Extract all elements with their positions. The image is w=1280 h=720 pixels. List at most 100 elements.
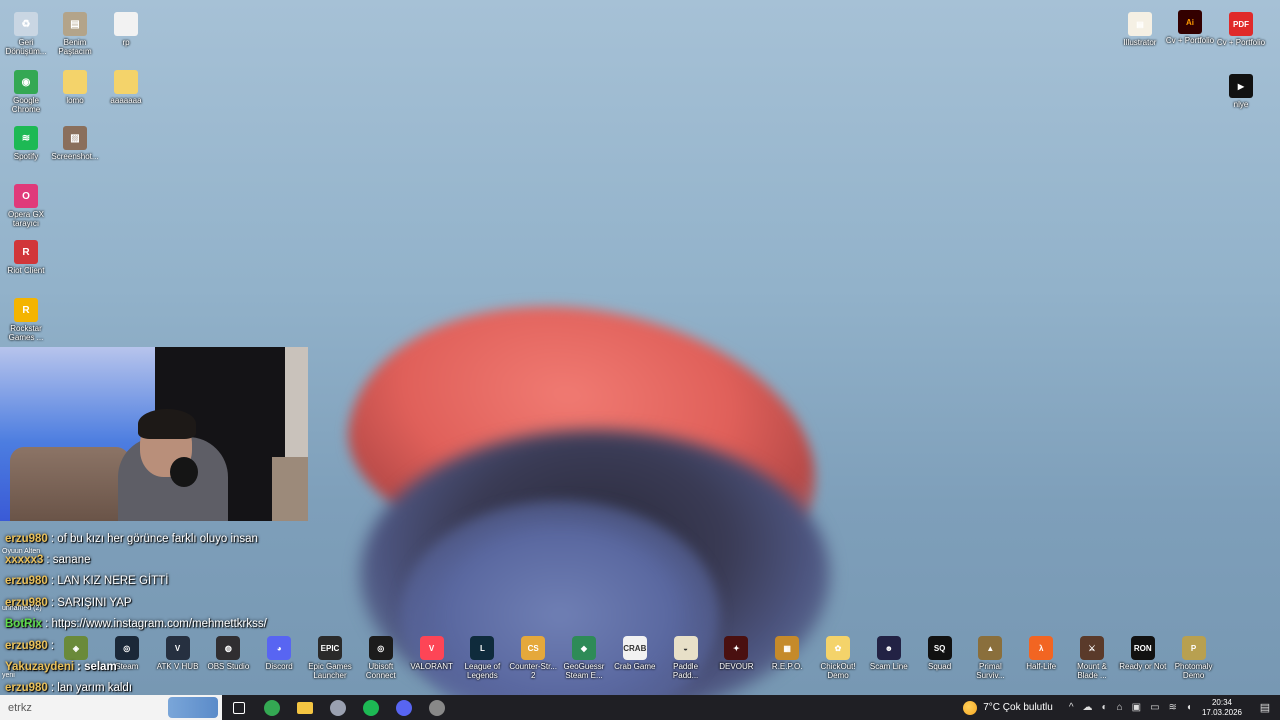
taskbar-apps [222,695,453,720]
desktop-icon[interactable]: rp [100,8,152,47]
crab-game-icon: CRAB [622,636,647,660]
desktop-icon-label: Riot Client [7,266,45,275]
opera-gx-icon: O [14,184,38,208]
tray-chevron-icon[interactable]: ^ [1069,702,1074,713]
taskbar-search[interactable]: etrkz [0,695,222,720]
taskbar-app-task-view[interactable] [222,695,255,720]
network-icon[interactable]: ☁ [1083,702,1093,713]
game-shortcut[interactable]: ◒ Paddle Padd... [661,636,711,680]
desktop-icon[interactable]: O Opera GX tarayıcı [0,180,52,228]
webcam-overlay [0,347,308,521]
display-icon[interactable]: ▭ [1150,702,1159,713]
taskbar-app-app[interactable] [321,695,354,720]
system-tray: 7°C Çok bulutlu ^ ☁ ◐ ⌂ ▣ ▭ ≋ ◖ 20:34 17… [963,695,1280,720]
chrome-icon [263,699,280,716]
desktop-icon[interactable]: PDF Cv + Portfolio [1215,8,1267,47]
nvidia-icon[interactable]: ▣ [1132,702,1141,713]
chat-username: erzu980 [5,532,48,545]
game-shortcut[interactable]: ▦ R.E.P.O. [762,636,812,671]
desktop-icon[interactable]: Ai Cv + Portfolio [1164,6,1216,45]
game-shortcut-label: League of Legends [464,662,501,680]
chat-message: erzu980: SARIŞINI YAP [0,592,330,613]
game-shortcut-label: Ubisoft Connect [365,662,396,680]
taskbar-app-spotify[interactable] [354,695,387,720]
game-shortcut-label: GeoGuessr Steam E... [563,662,605,680]
game-shortcut[interactable]: ◆ GeoGuessr Steam E... [559,636,609,680]
chat-text: : [50,639,55,652]
clock[interactable]: 20:34 17.03.2026 [1202,698,1242,718]
game-shortcut[interactable]: ☻ Scam Line [864,636,914,671]
taskbar-app-obs[interactable] [420,695,453,720]
game-shortcut-label: Half-Life [1026,662,1057,671]
clock-time: 20:34 [1211,697,1232,707]
chat-username: erzu980 [5,639,48,652]
folder-icon [114,70,138,94]
desktop-icon-label: lomo [66,96,84,105]
notification-icon[interactable]: ▤ [1254,701,1276,714]
desktop-icon-label: yeni [2,672,15,679]
desktop-icon[interactable]: ▨ Screenshot... [49,122,101,161]
desktop-icon-label: unnamed (2) [2,605,42,612]
discord-icon [395,699,412,716]
desktop-icon[interactable]: ▶ nlye [1215,70,1267,109]
stream-chat: erzu980: of bu kızı her görünce farklı o… [0,528,330,720]
weather-text: 7°C Çok bulutlu [983,702,1053,713]
game-shortcut[interactable]: CRAB Crab Game [610,636,660,671]
desktop-icon-label: Oyuun Alten [2,548,41,555]
game-shortcut[interactable]: ✿ ChickOut! Demo [813,636,863,680]
devour-icon: ✦ [724,636,749,660]
clock-date: 17.03.2026 [1201,707,1242,717]
usb-icon[interactable]: ⌂ [1117,702,1123,713]
chat-username: erzu980 [5,575,48,588]
chat-text: : SARIŞINI YAP [50,596,132,609]
desktop-icon-label: rp [122,38,130,47]
blank-file-icon [114,12,138,36]
game-shortcut[interactable]: P Photomaly Demo [1169,636,1219,680]
game-shortcut[interactable]: ⚔ Mount & Blade ... [1067,636,1117,680]
mount-blade-icon: ⚔ [1080,636,1104,660]
taskbar-app-chrome[interactable] [255,695,288,720]
weather-widget[interactable]: 7°C Çok bulutlu [963,700,1053,715]
scamline-icon: ☻ [876,636,901,660]
game-shortcut-label: Paddle Padd... [672,662,699,680]
repo-icon: ▦ [775,636,800,660]
onedrive-icon[interactable]: ◐ [1102,702,1108,713]
image-icon: ▨ [63,126,87,150]
tray-icons: ^ ☁ ◐ ⌂ ▣ ▭ ≋ ◖ [1069,702,1192,713]
desktop-icon-label: Screenshot... [51,152,99,161]
game-shortcut[interactable]: λ Half-Life [1016,636,1066,671]
desktop-icon[interactable]: ▤ Benim Paştacım [49,8,101,56]
game-shortcut[interactable]: ◎ Ubisoft Connect [356,636,406,680]
game-shortcut[interactable]: CS Counter-Str... 2 [508,636,558,680]
game-shortcut[interactable]: SQ Squad [915,636,965,671]
webcam-couch [10,447,130,521]
game-shortcut[interactable]: ▲ Primal Surviv... [965,636,1015,680]
headset-icon [170,457,198,487]
volume-icon[interactable]: ◖ [1186,702,1192,713]
taskbar-app-file-explorer[interactable] [288,695,321,720]
taskbar-app-discord[interactable] [387,695,420,720]
game-shortcut-label: Ready or Not [1119,662,1167,671]
desktop-icon-label: Opera GX tarayıcı [7,210,44,228]
game-shortcut[interactable]: V VALORANT [407,636,457,671]
game-shortcut[interactable]: RON Ready or Not [1118,636,1168,671]
desktop-icon[interactable]: R Rockstar Games ... [0,294,52,342]
search-input[interactable]: etrkz [8,702,32,714]
weather-cloudy-icon [963,700,978,715]
desktop-icon[interactable]: R Riot Client [0,236,52,275]
game-shortcut[interactable]: ✦ DEVOUR [711,636,761,671]
game-shortcut-label: Scam Line [869,662,908,671]
desktop-icon[interactable]: ♻ Geri Dönüşüm... [0,8,52,56]
desktop-icon[interactable]: lomo [49,66,101,105]
desktop-icon[interactable]: ▤ Illustrator [1114,8,1166,47]
chat-text: : sanane [46,554,91,567]
desktop-icon[interactable]: aaaaaaa [100,66,152,105]
lol-icon: L [470,636,495,660]
game-shortcut[interactable]: L League of Legends [457,636,507,680]
valorant-icon: V [419,636,444,660]
wifi-icon[interactable]: ≋ [1169,702,1177,713]
desktop-icon[interactable]: ◉ Google Chrome [0,66,52,114]
desktop-icon[interactable]: ≋ Spotify [0,122,52,161]
chat-message: erzu980: [0,635,330,656]
game-shortcut-label: Counter-Str... 2 [509,662,557,680]
